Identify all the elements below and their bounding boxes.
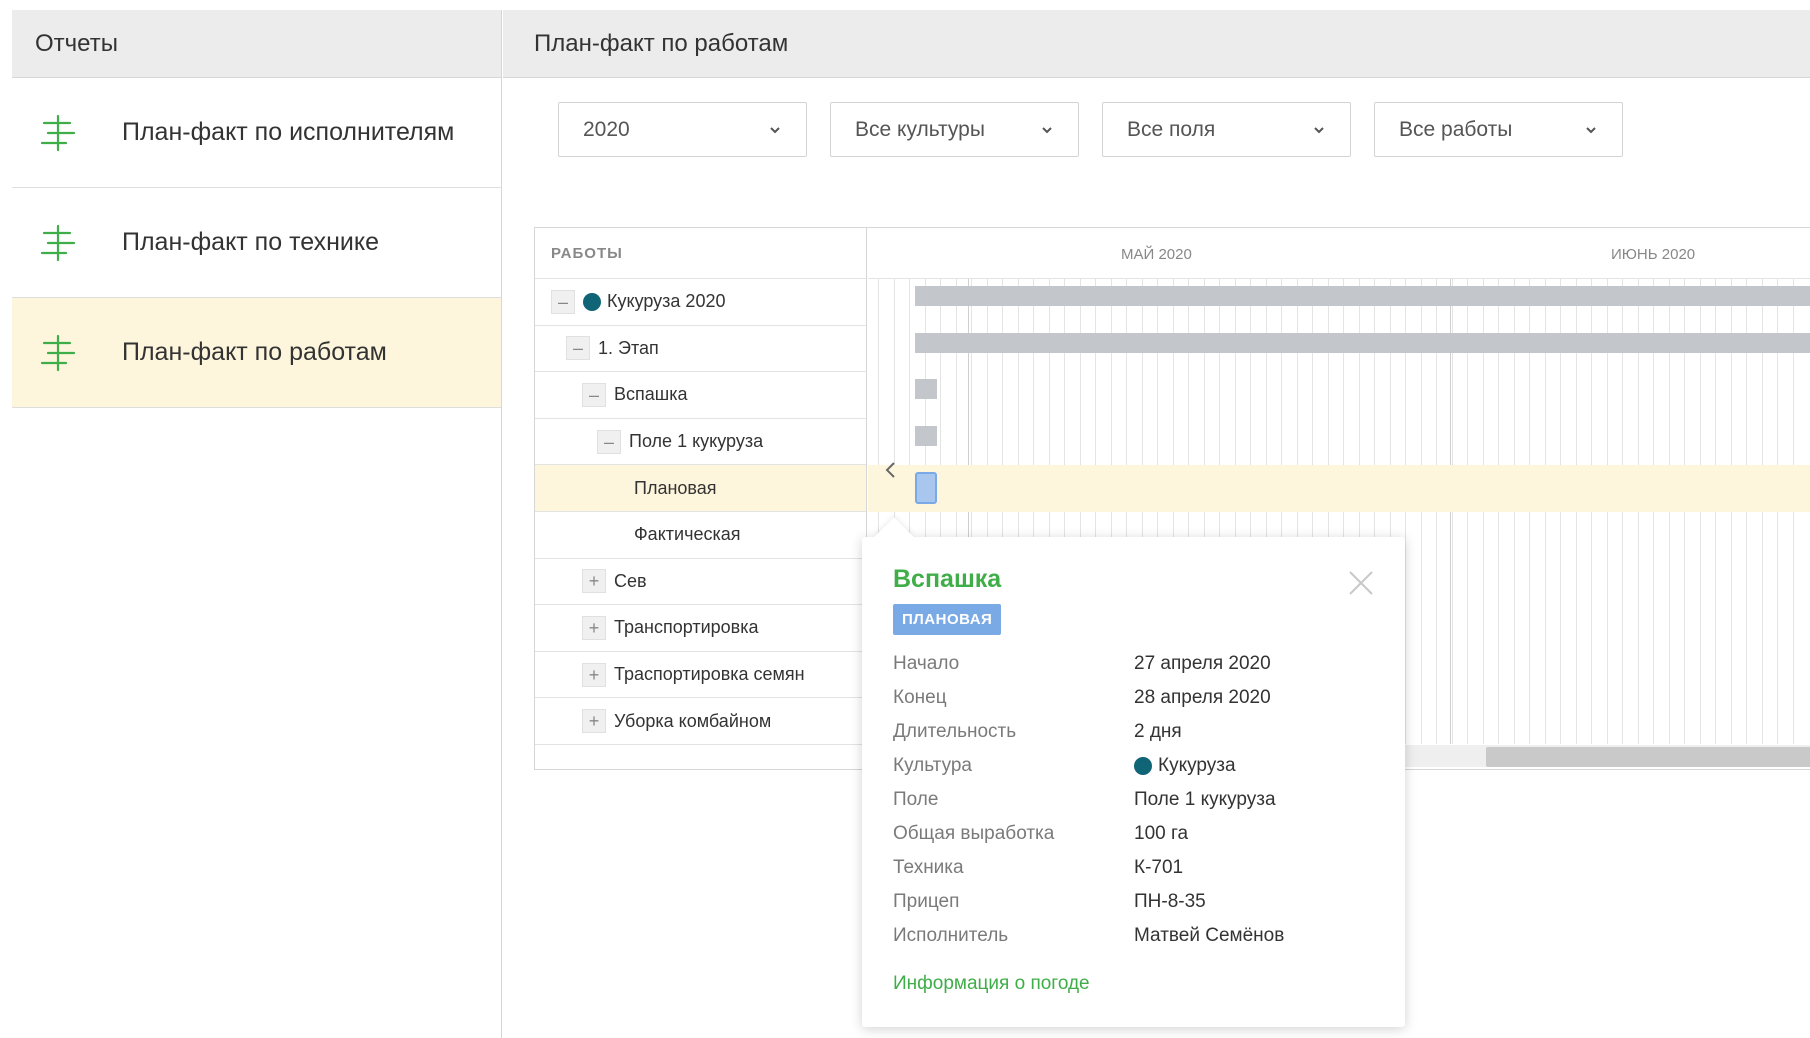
prop-key-end: Конец bbox=[893, 687, 947, 708]
gantt-row[interactable]: Фактическая bbox=[535, 512, 866, 559]
status-badge: ПЛАНОВАЯ bbox=[893, 604, 1002, 635]
prop-value-output: 100 га bbox=[1134, 823, 1189, 844]
gantt-task-list: РАБОТЫ – Кукуруза 2020 – 1. Этап – Вспаш… bbox=[535, 228, 867, 769]
prop-key-crop: Культура bbox=[893, 755, 972, 776]
sidebar-item-plan-fact-equipment[interactable]: План-факт по технике bbox=[12, 188, 501, 298]
collapse-toggle[interactable]: – bbox=[582, 382, 606, 407]
year-select[interactable]: 2020 bbox=[558, 102, 807, 157]
scrollbar-thumb[interactable] bbox=[1486, 747, 1810, 767]
gantt-row[interactable]: + Сев bbox=[535, 559, 866, 606]
prop-value-equipment: К-701 bbox=[1134, 857, 1184, 878]
gantt-bar[interactable] bbox=[915, 333, 1810, 353]
crop-color-dot bbox=[1134, 757, 1152, 775]
gantt-row-label: Фактическая bbox=[634, 524, 741, 545]
gantt-bar[interactable] bbox=[915, 286, 1810, 306]
sidebar-title: Отчеты bbox=[12, 10, 501, 78]
collapse-toggle[interactable]: – bbox=[597, 429, 621, 454]
gantt-row-label: Плановая bbox=[634, 477, 717, 498]
selected-row-highlight bbox=[868, 465, 1810, 512]
timeline-header: МАЙ 2020 ИЮНЬ 2020 bbox=[868, 228, 1810, 279]
prop-value-trailer: ПН-8-35 bbox=[1134, 891, 1206, 912]
chevron-down-icon bbox=[770, 126, 780, 133]
gantt-row-label: Сев bbox=[614, 570, 647, 591]
crop-color-dot bbox=[583, 292, 601, 311]
prop-value-field: Поле 1 кукуруза bbox=[1134, 789, 1276, 810]
gantt-row[interactable]: – 1. Этап bbox=[535, 326, 866, 373]
gantt-row-label: Траспортировка семян bbox=[614, 664, 805, 685]
gantt-row-label: Транспортировка bbox=[614, 617, 759, 638]
fields-select[interactable]: Все поля bbox=[1102, 102, 1351, 157]
fields-select-value: Все поля bbox=[1127, 117, 1216, 141]
page-title: План-факт по работам bbox=[503, 10, 1810, 78]
reports-sidebar: Отчеты План-факт по исполнителям План-фа… bbox=[12, 10, 502, 1038]
prop-key-equipment: Техника bbox=[893, 857, 964, 878]
gantt-bar[interactable] bbox=[915, 379, 937, 399]
gantt-row-label: Кукуруза 2020 bbox=[607, 291, 726, 312]
works-select-value: Все работы bbox=[1399, 117, 1513, 141]
chevron-left-icon[interactable] bbox=[884, 460, 898, 480]
year-select-value: 2020 bbox=[583, 117, 630, 141]
popup-title: Вспашка bbox=[893, 565, 1002, 593]
prop-key-output: Общая выработка bbox=[893, 823, 1055, 844]
report-icon bbox=[36, 111, 80, 155]
gantt-row[interactable]: – Кукуруза 2020 bbox=[535, 279, 866, 326]
filters-bar: 2020 Все культуры Все поля Все работы bbox=[558, 102, 1623, 157]
gantt-row[interactable]: + Траспортировка семян bbox=[535, 652, 866, 699]
collapse-toggle[interactable]: – bbox=[551, 289, 575, 314]
gantt-row[interactable]: – Вспашка bbox=[535, 372, 866, 419]
works-select[interactable]: Все работы bbox=[1374, 102, 1623, 157]
prop-key-start: Начало bbox=[893, 653, 960, 674]
prop-value-executor: Матвей Семёнов bbox=[1134, 925, 1285, 946]
chevron-down-icon bbox=[1042, 126, 1052, 133]
sidebar-item-label: План-факт по технике bbox=[122, 228, 379, 256]
close-icon[interactable] bbox=[1347, 569, 1375, 597]
chevron-down-icon bbox=[1586, 126, 1596, 133]
prop-value-crop: Кукуруза bbox=[1134, 755, 1374, 777]
gantt-row[interactable]: + Уборка комбайном bbox=[535, 698, 866, 745]
prop-value-start: 27 апреля 2020 bbox=[1134, 653, 1271, 674]
expand-toggle[interactable]: + bbox=[582, 709, 606, 734]
works-column-header: РАБОТЫ bbox=[535, 228, 866, 279]
gantt-row[interactable]: + Транспортировка bbox=[535, 605, 866, 652]
gantt-bar[interactable] bbox=[915, 426, 937, 446]
crops-select-value: Все культуры bbox=[855, 117, 985, 141]
gantt-row-label: Вспашка bbox=[614, 384, 688, 405]
gantt-row[interactable]: – Поле 1 кукуруза bbox=[535, 419, 866, 466]
chevron-down-icon bbox=[1314, 126, 1324, 133]
prop-value-end: 28 апреля 2020 bbox=[1134, 687, 1271, 708]
collapse-toggle[interactable]: – bbox=[566, 336, 590, 361]
sidebar-item-plan-fact-executors[interactable]: План-факт по исполнителям bbox=[12, 78, 501, 188]
task-properties: Начало 27 апреля 2020 Конец 28 апреля 20… bbox=[893, 653, 1374, 947]
sidebar-item-label: План-факт по исполнителям bbox=[122, 118, 455, 146]
report-icon bbox=[36, 221, 80, 265]
gantt-row-label: 1. Этап bbox=[598, 337, 659, 358]
gantt-row-label: Уборка комбайном bbox=[614, 710, 772, 731]
sidebar-item-label: План-факт по работам bbox=[122, 338, 387, 366]
month-label: ИЮНЬ 2020 bbox=[1611, 246, 1696, 263]
prop-key-trailer: Прицеп bbox=[893, 891, 960, 912]
crops-select[interactable]: Все культуры bbox=[830, 102, 1079, 157]
expand-toggle[interactable]: + bbox=[582, 615, 606, 640]
prop-value-duration: 2 дня bbox=[1134, 721, 1182, 742]
sidebar-item-plan-fact-works[interactable]: План-факт по работам bbox=[12, 298, 501, 408]
gantt-bar-selected[interactable] bbox=[915, 472, 937, 504]
task-details-popup: Вспашка ПЛАНОВАЯ Начало 27 апреля 2020 К… bbox=[862, 517, 1405, 1027]
expand-toggle[interactable]: + bbox=[582, 569, 606, 594]
gantt-row-label: Поле 1 кукуруза bbox=[629, 431, 764, 452]
crop-name: Кукуруза bbox=[1158, 755, 1236, 776]
prop-key-executor: Исполнитель bbox=[893, 925, 1009, 946]
expand-toggle[interactable]: + bbox=[582, 662, 606, 687]
prop-key-duration: Длительность bbox=[893, 721, 1017, 742]
weather-info-link[interactable]: Информация о погоде bbox=[893, 973, 1374, 995]
report-icon bbox=[36, 331, 80, 375]
month-label: МАЙ 2020 bbox=[1121, 246, 1192, 263]
prop-key-field: Поле bbox=[893, 789, 939, 810]
gantt-row-selected[interactable]: Плановая bbox=[535, 465, 866, 512]
